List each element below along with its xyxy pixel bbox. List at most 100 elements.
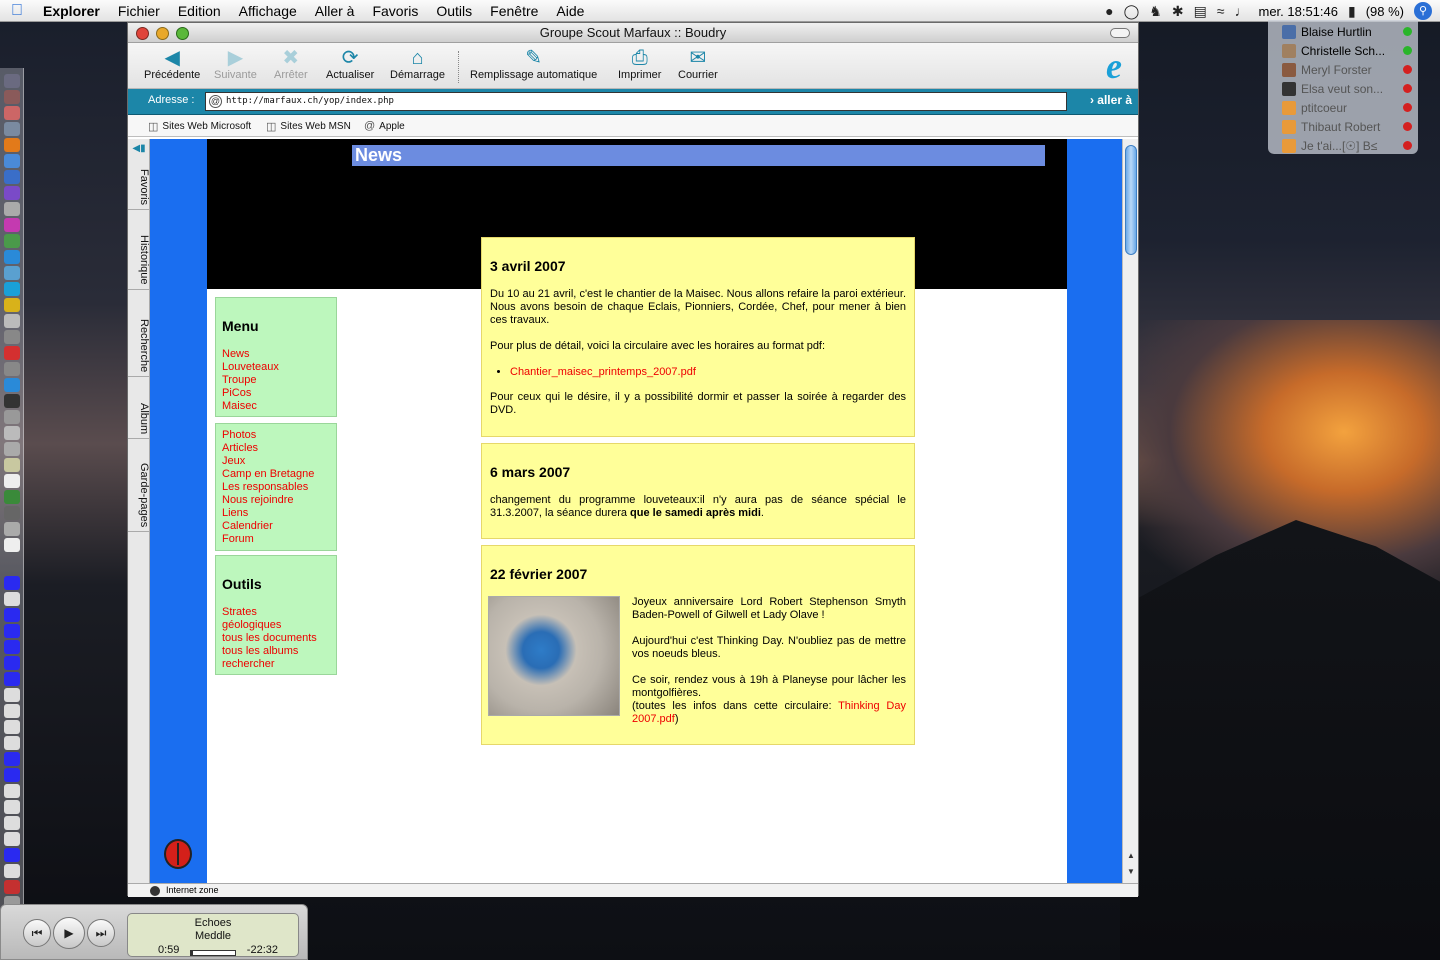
- dock-window-icon[interactable]: [4, 752, 20, 766]
- dock-app-icon[interactable]: [4, 186, 20, 200]
- dock-app-icon[interactable]: [4, 170, 20, 184]
- menu-link-rejoindre[interactable]: Nous rejoindre: [222, 494, 336, 507]
- mail-button[interactable]: ✉ Courrier: [678, 47, 718, 81]
- dock-window-icon[interactable]: [4, 704, 20, 718]
- dock-window-icon[interactable]: [4, 816, 20, 830]
- dock-app-icon[interactable]: [4, 250, 20, 264]
- scroll-thumb[interactable]: [1125, 145, 1137, 255]
- dock-app-icon[interactable]: [4, 522, 20, 536]
- dock-app-icon[interactable]: [4, 490, 20, 504]
- dock-window-icon[interactable]: [4, 832, 20, 846]
- dock-app-icon[interactable]: [4, 410, 20, 424]
- dock-app-icon[interactable]: [4, 394, 20, 408]
- menu-app-name[interactable]: Explorer: [34, 3, 109, 19]
- play-button[interactable]: ▶: [53, 917, 85, 949]
- tools-link-search[interactable]: rechercher: [222, 658, 336, 671]
- menu-link-articles[interactable]: Articles: [222, 442, 336, 455]
- dock-app-icon[interactable]: [4, 90, 20, 104]
- autofill-button[interactable]: ✎ Remplissage automatique: [470, 47, 597, 81]
- dock-window-icon[interactable]: [4, 576, 20, 590]
- menubar-clock[interactable]: mer. 18:51:46: [1258, 4, 1338, 19]
- previous-track-button[interactable]: ⏮: [23, 919, 51, 947]
- dock-window-icon[interactable]: [4, 768, 20, 782]
- dock-app-icon[interactable]: [4, 154, 20, 168]
- menu-link-camp-bretagne[interactable]: Camp en Bretagne: [222, 468, 336, 481]
- dock-window-icon[interactable]: [4, 640, 20, 654]
- dock-app-icon[interactable]: [4, 106, 20, 120]
- dock-app-icon[interactable]: [4, 426, 20, 440]
- battery-icon[interactable]: ▮: [1348, 3, 1356, 20]
- scroll-up-icon[interactable]: ▲: [1123, 851, 1139, 863]
- tools-link-albums[interactable]: tous les albums: [222, 645, 336, 658]
- dock-app-icon[interactable]: [4, 330, 20, 344]
- buddy-item[interactable]: ptitcoeur: [1282, 98, 1418, 117]
- dock-app-icon[interactable]: [4, 346, 20, 360]
- print-button[interactable]: ⎙ Imprimer: [618, 47, 661, 81]
- dock-window-icon[interactable]: [4, 608, 20, 622]
- display-icon[interactable]: ▤: [1194, 3, 1207, 20]
- menu-outils[interactable]: Outils: [427, 3, 481, 19]
- buddy-item[interactable]: Elsa veut son...: [1282, 79, 1418, 98]
- menu-favoris[interactable]: Favoris: [363, 3, 427, 19]
- dock-app-icon[interactable]: [4, 314, 20, 328]
- menu-aide[interactable]: Aide: [547, 3, 593, 19]
- next-track-button[interactable]: ⏭: [87, 919, 115, 947]
- buddy-item[interactable]: Blaise Hurtlin: [1282, 22, 1418, 41]
- dock-app-icon[interactable]: [4, 122, 20, 136]
- buddy-item[interactable]: Meryl Forster: [1282, 60, 1418, 79]
- dock-app-icon[interactable]: [4, 378, 20, 392]
- menu-link-troupe[interactable]: Troupe: [222, 374, 336, 387]
- dock-window-icon[interactable]: [4, 592, 20, 606]
- menu-link-maisec[interactable]: Maisec: [222, 400, 336, 413]
- tab-favoris[interactable]: Favoris: [128, 165, 150, 211]
- bluetooth-icon[interactable]: ✱: [1172, 3, 1184, 20]
- menu-edition[interactable]: Edition: [169, 3, 230, 19]
- dock-window-icon[interactable]: [4, 672, 20, 686]
- tab-album[interactable]: Album: [128, 399, 150, 440]
- dock-app-icon[interactable]: [4, 362, 20, 376]
- dock-window-icon[interactable]: [4, 864, 20, 878]
- dock-app-icon[interactable]: [4, 218, 20, 232]
- sync-icon[interactable]: ◯: [1124, 3, 1140, 20]
- dock-window-icon[interactable]: [4, 656, 20, 670]
- tools-link-documents[interactable]: tous les documents: [222, 632, 336, 645]
- forward-button[interactable]: ▶ Suivante: [214, 47, 257, 81]
- dock-window-icon[interactable]: [4, 736, 20, 750]
- back-button[interactable]: ◀ Précédente: [144, 47, 200, 81]
- menu-link-forum[interactable]: Forum: [222, 533, 336, 546]
- scroll-down-icon[interactable]: ▼: [1123, 867, 1139, 879]
- menu-link-liens[interactable]: Liens: [222, 507, 336, 520]
- menu-link-jeux[interactable]: Jeux: [222, 455, 336, 468]
- volume-icon[interactable]: ♩: [1234, 3, 1248, 19]
- dock-window-icon[interactable]: [4, 880, 20, 894]
- zoom-button[interactable]: [176, 27, 189, 40]
- tab-historique[interactable]: Historique: [128, 231, 150, 290]
- favorite-link[interactable]: ◫ Sites Web MSN: [266, 120, 351, 133]
- dock-app-icon[interactable]: [4, 202, 20, 216]
- dock-window-icon[interactable]: [4, 848, 20, 862]
- tab-recherche[interactable]: Recherche: [128, 315, 150, 378]
- dock-window-icon[interactable]: [4, 784, 20, 798]
- address-input[interactable]: http://marfaux.ch/yop/index.php: [205, 92, 1067, 111]
- progress-track[interactable]: [190, 950, 236, 956]
- stop-button[interactable]: ✖ Arrêter: [274, 47, 308, 81]
- menu-fenetre[interactable]: Fenêtre: [481, 3, 547, 19]
- dock-app-icon[interactable]: [4, 234, 20, 248]
- dock-app-icon[interactable]: [4, 74, 20, 88]
- dock-app-icon[interactable]: [4, 474, 20, 488]
- vertical-scrollbar[interactable]: ▲ ▼: [1122, 139, 1138, 883]
- buddy-item[interactable]: Je t'ai...[☉] B≤: [1282, 136, 1418, 155]
- menu-link-responsables[interactable]: Les responsables: [222, 481, 336, 494]
- wifi-icon[interactable]: ≈: [1217, 3, 1225, 19]
- adium-icon[interactable]: ●: [1105, 3, 1113, 19]
- menu-fichier[interactable]: Fichier: [109, 3, 169, 19]
- menu-link-picos[interactable]: PiCos: [222, 387, 336, 400]
- menu-affichage[interactable]: Affichage: [230, 3, 306, 19]
- tab-garde-pages[interactable]: Garde-pages: [128, 459, 150, 533]
- home-button[interactable]: ⌂ Démarrage: [390, 47, 445, 81]
- pdf-link[interactable]: Chantier_maisec_printemps_2007.pdf: [510, 366, 696, 378]
- menu-link-calendrier[interactable]: Calendrier: [222, 520, 336, 533]
- buddy-item[interactable]: Christelle Sch...: [1282, 41, 1418, 60]
- buddy-item[interactable]: Thibaut Robert: [1282, 117, 1418, 136]
- go-button[interactable]: › aller à: [1090, 93, 1132, 107]
